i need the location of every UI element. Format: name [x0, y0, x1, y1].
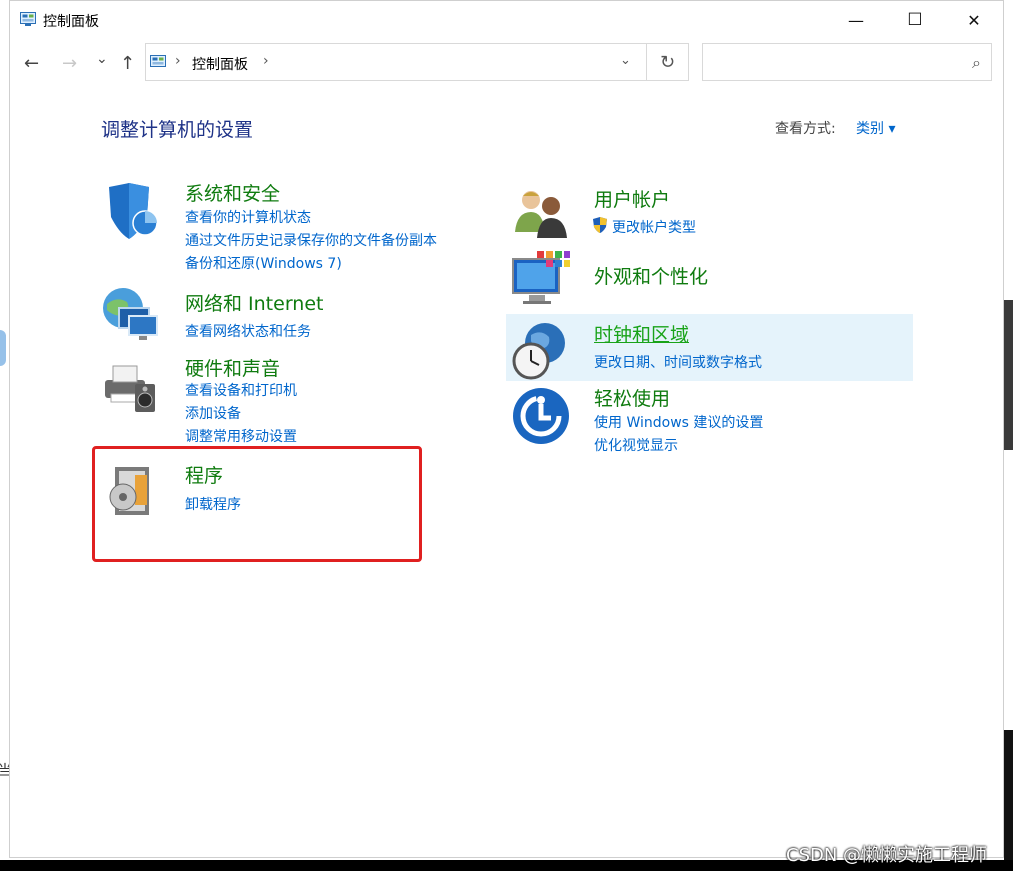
link-network-status[interactable]: 查看网络状态和任务	[185, 321, 311, 341]
back-button[interactable]: ←	[24, 53, 39, 74]
link-mobility-settings[interactable]: 调整常用移动设置	[185, 426, 297, 446]
breadcrumb-control-panel[interactable]: 控制面板	[192, 54, 248, 74]
link-windows-recommended-settings[interactable]: 使用 Windows 建议的设置	[594, 412, 763, 432]
appearance-monitor-icon	[512, 251, 570, 304]
breadcrumb-separator[interactable]: ›	[175, 53, 181, 69]
link-change-date-time-format[interactable]: 更改日期、时间或数字格式	[594, 352, 762, 372]
recent-locations-button[interactable]: ⌄	[96, 51, 108, 67]
up-button[interactable]: ↑	[120, 53, 135, 74]
control-panel-icon	[150, 55, 166, 67]
background-left-edge: 当	[0, 0, 12, 860]
window-title: 控制面板	[43, 14, 99, 30]
minimize-button[interactable]: —	[827, 1, 885, 39]
address-toolbar: ← → ⌄ ↑ › 控制面板 › ⌄ ↻ ⌕	[10, 43, 1005, 83]
printer-speaker-icon	[105, 365, 155, 412]
clock-region-title-link[interactable]: 时钟和区域	[594, 320, 689, 347]
link-change-account-type[interactable]: 更改帐户类型	[612, 217, 696, 237]
ease-of-access-icon	[513, 388, 569, 444]
appearance-title-link[interactable]: 外观和个性化	[594, 262, 708, 289]
background-dark-strip	[1004, 300, 1013, 450]
annotation-highlight-box	[92, 446, 422, 562]
background-fragment-shape	[0, 330, 6, 366]
uac-shield-icon	[593, 217, 607, 233]
forward-button[interactable]: →	[62, 53, 77, 74]
link-backup-restore[interactable]: 备份和还原(Windows 7)	[185, 253, 342, 273]
ease-of-access-title-link[interactable]: 轻松使用	[594, 384, 670, 411]
address-dropdown-icon[interactable]: ⌄	[620, 53, 631, 68]
view-by-label: 查看方式:	[775, 121, 836, 137]
clock-globe-icon	[512, 323, 565, 380]
link-optimize-visual-display[interactable]: 优化视觉显示	[594, 435, 678, 455]
link-add-device[interactable]: 添加设备	[185, 403, 241, 423]
title-bar[interactable]: 控制面板 — ☐ ✕	[10, 1, 1005, 39]
page-title: 调整计算机的设置	[101, 119, 254, 141]
background-dark-strip-lower	[1004, 730, 1013, 871]
view-by-dropdown[interactable]: 类别 ▾	[856, 118, 895, 138]
user-accounts-title-link[interactable]: 用户帐户	[594, 185, 670, 212]
search-icon[interactable]: ⌕	[972, 53, 981, 73]
system-security-title-link[interactable]: 系统和安全	[185, 179, 280, 206]
network-globe-icon	[103, 288, 158, 340]
control-panel-icon	[20, 12, 36, 26]
breadcrumb-separator[interactable]: ›	[263, 53, 269, 69]
shield-icon	[109, 183, 158, 239]
network-internet-title-link[interactable]: 网络和 Internet	[185, 289, 323, 316]
link-devices-printers[interactable]: 查看设备和打印机	[185, 380, 297, 400]
maximize-button[interactable]: ☐	[886, 1, 944, 39]
background-right-edge	[1004, 0, 1013, 871]
link-view-computer-status[interactable]: 查看你的计算机状态	[185, 207, 311, 227]
control-panel-window: 控制面板 — ☐ ✕ ← → ⌄ ↑ › 控制面板 › ⌄ ↻ ⌕ 调整计算机的…	[9, 0, 1004, 858]
close-button[interactable]: ✕	[945, 1, 1003, 39]
users-icon	[515, 191, 567, 238]
link-file-history[interactable]: 通过文件历史记录保存你的文件备份副本	[185, 230, 437, 250]
search-input[interactable]: ⌕	[702, 43, 992, 81]
hardware-sound-title-link[interactable]: 硬件和声音	[185, 354, 280, 381]
refresh-button[interactable]: ↻	[647, 43, 689, 81]
watermark-text: CSDN @懒懒实施工程师	[786, 845, 988, 866]
address-bar[interactable]: › 控制面板 › ⌄	[145, 43, 647, 81]
